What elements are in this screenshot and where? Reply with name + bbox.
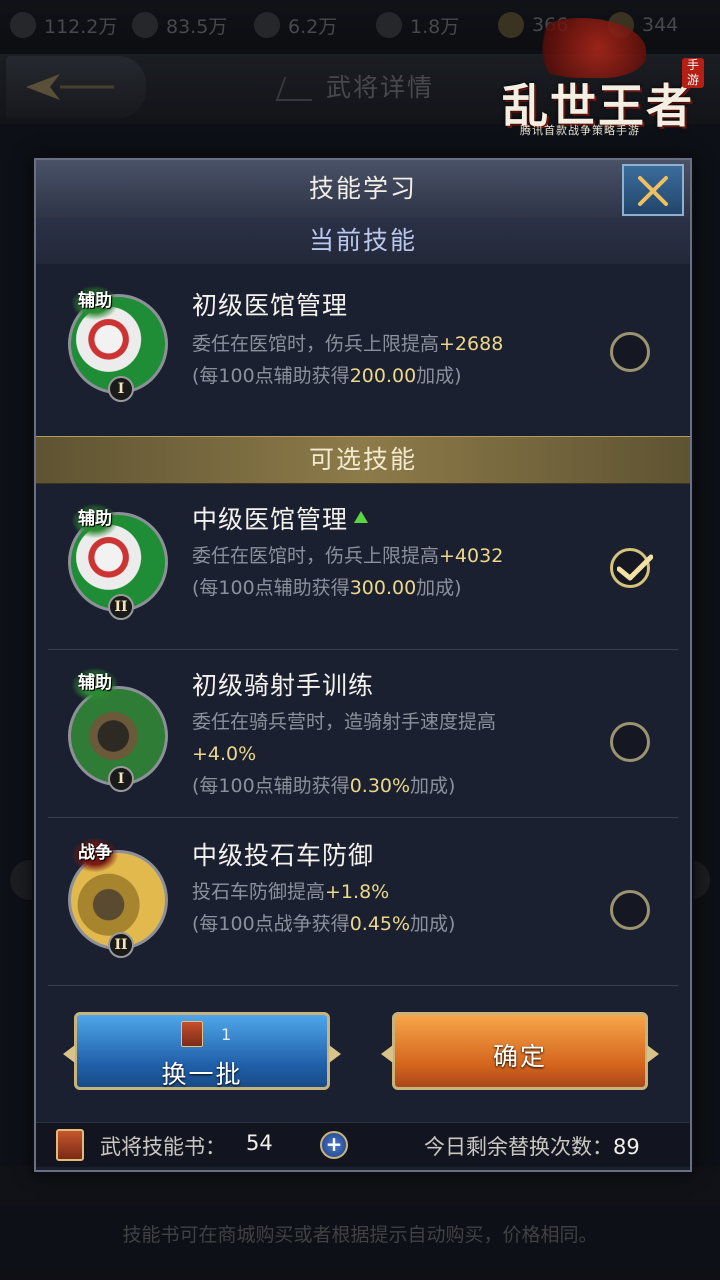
upgrade-arrow-icon [354,511,369,523]
logo-badge: 手游 [682,58,704,88]
skill-description: 委任在骑兵营时，造骑射手速度提高 +4.0% (每100点辅助获得0.30%加成) [192,711,497,797]
skill-name: 中级投石车防御 [192,841,375,870]
skill-select-radio[interactable] [610,722,650,762]
skill-tag: 辅助 [72,668,118,702]
logo-subtitle: 腾讯首款战争策略手游 [520,124,640,137]
skill-book-icon [56,1129,84,1161]
optional-skill-row[interactable]: 战争 II 中级投石车防御 投石车防御提高+1.8% (每100点战争获得0.4… [36,818,690,986]
skill-book-label: 武将技能书： [100,1135,226,1159]
skill-description: 委任在医馆时，伤兵上限提高+4032 (每100点辅助获得300.00加成) [192,545,504,599]
close-button[interactable] [622,164,684,216]
section-current-skill: 当前技能 [36,218,690,264]
skill-name: 初级骑射手训练 [192,671,375,700]
add-skill-book-button[interactable]: + [320,1131,348,1159]
skill-learn-dialog: 技能学习 当前技能 辅助 I 初级医馆管理 委任在医馆时，伤兵上限提高+2688… [34,158,692,1172]
skill-select-radio[interactable] [610,332,650,372]
dialog-header: 技能学习 [36,160,690,219]
checkmark-icon [617,554,653,581]
dragon-emblem-icon [526,18,646,78]
dialog-footer: 武将技能书： 54 + 今日剩余替换次数：89 [36,1122,690,1167]
skill-level-badge: I [108,766,134,792]
optional-skill-row[interactable]: 辅助 II 中级医馆管理 委任在医馆时，伤兵上限提高+4032 (每100点辅助… [36,482,690,650]
skill-book-count: 54 [246,1131,273,1155]
skill-select-radio[interactable] [610,890,650,930]
optional-skill-row[interactable]: 辅助 I 初级骑射手训练 委任在骑兵营时，造骑射手速度提高 +4.0% (每100… [36,650,690,818]
game-logo: 乱世王者 手游 腾讯首款战争策略手游 [486,18,720,142]
dialog-title: 技能学习 [308,174,417,203]
skill-level-badge: I [108,376,134,402]
confirm-label: 确定 [492,1042,547,1071]
skill-level-badge: II [108,594,134,620]
skill-tag: 辅助 [72,504,118,538]
skill-name: 初级医馆管理 [192,291,349,320]
skill-description: 投石车防御提高+1.8% (每100点战争获得0.45%加成) [192,881,456,935]
skill-tag: 战争 [72,838,118,872]
skill-select-radio[interactable] [610,548,653,588]
skill-book-icon [181,1021,203,1047]
skill-description: 委任在医馆时，伤兵上限提高+2688 (每100点辅助获得200.00加成) [192,333,504,387]
skill-tag: 辅助 [72,286,118,320]
close-icon [638,176,668,206]
refresh-batch-button[interactable]: 1 换一批 [63,1012,341,1090]
refresh-cost: 1 [181,1021,231,1047]
current-skill-row[interactable]: 辅助 I 初级医馆管理 委任在医馆时，伤兵上限提高+2688 (每100点辅助获… [36,264,690,432]
skill-name: 中级医馆管理 [192,500,369,536]
skill-level-badge: II [108,932,134,958]
refresh-label: 换一批 [161,1060,243,1089]
confirm-button[interactable]: 确定 [381,1012,659,1090]
row-divider [48,985,678,986]
section-optional-skills: 可选技能 [36,436,690,484]
replace-remaining: 今日剩余替换次数：89 [424,1135,640,1159]
